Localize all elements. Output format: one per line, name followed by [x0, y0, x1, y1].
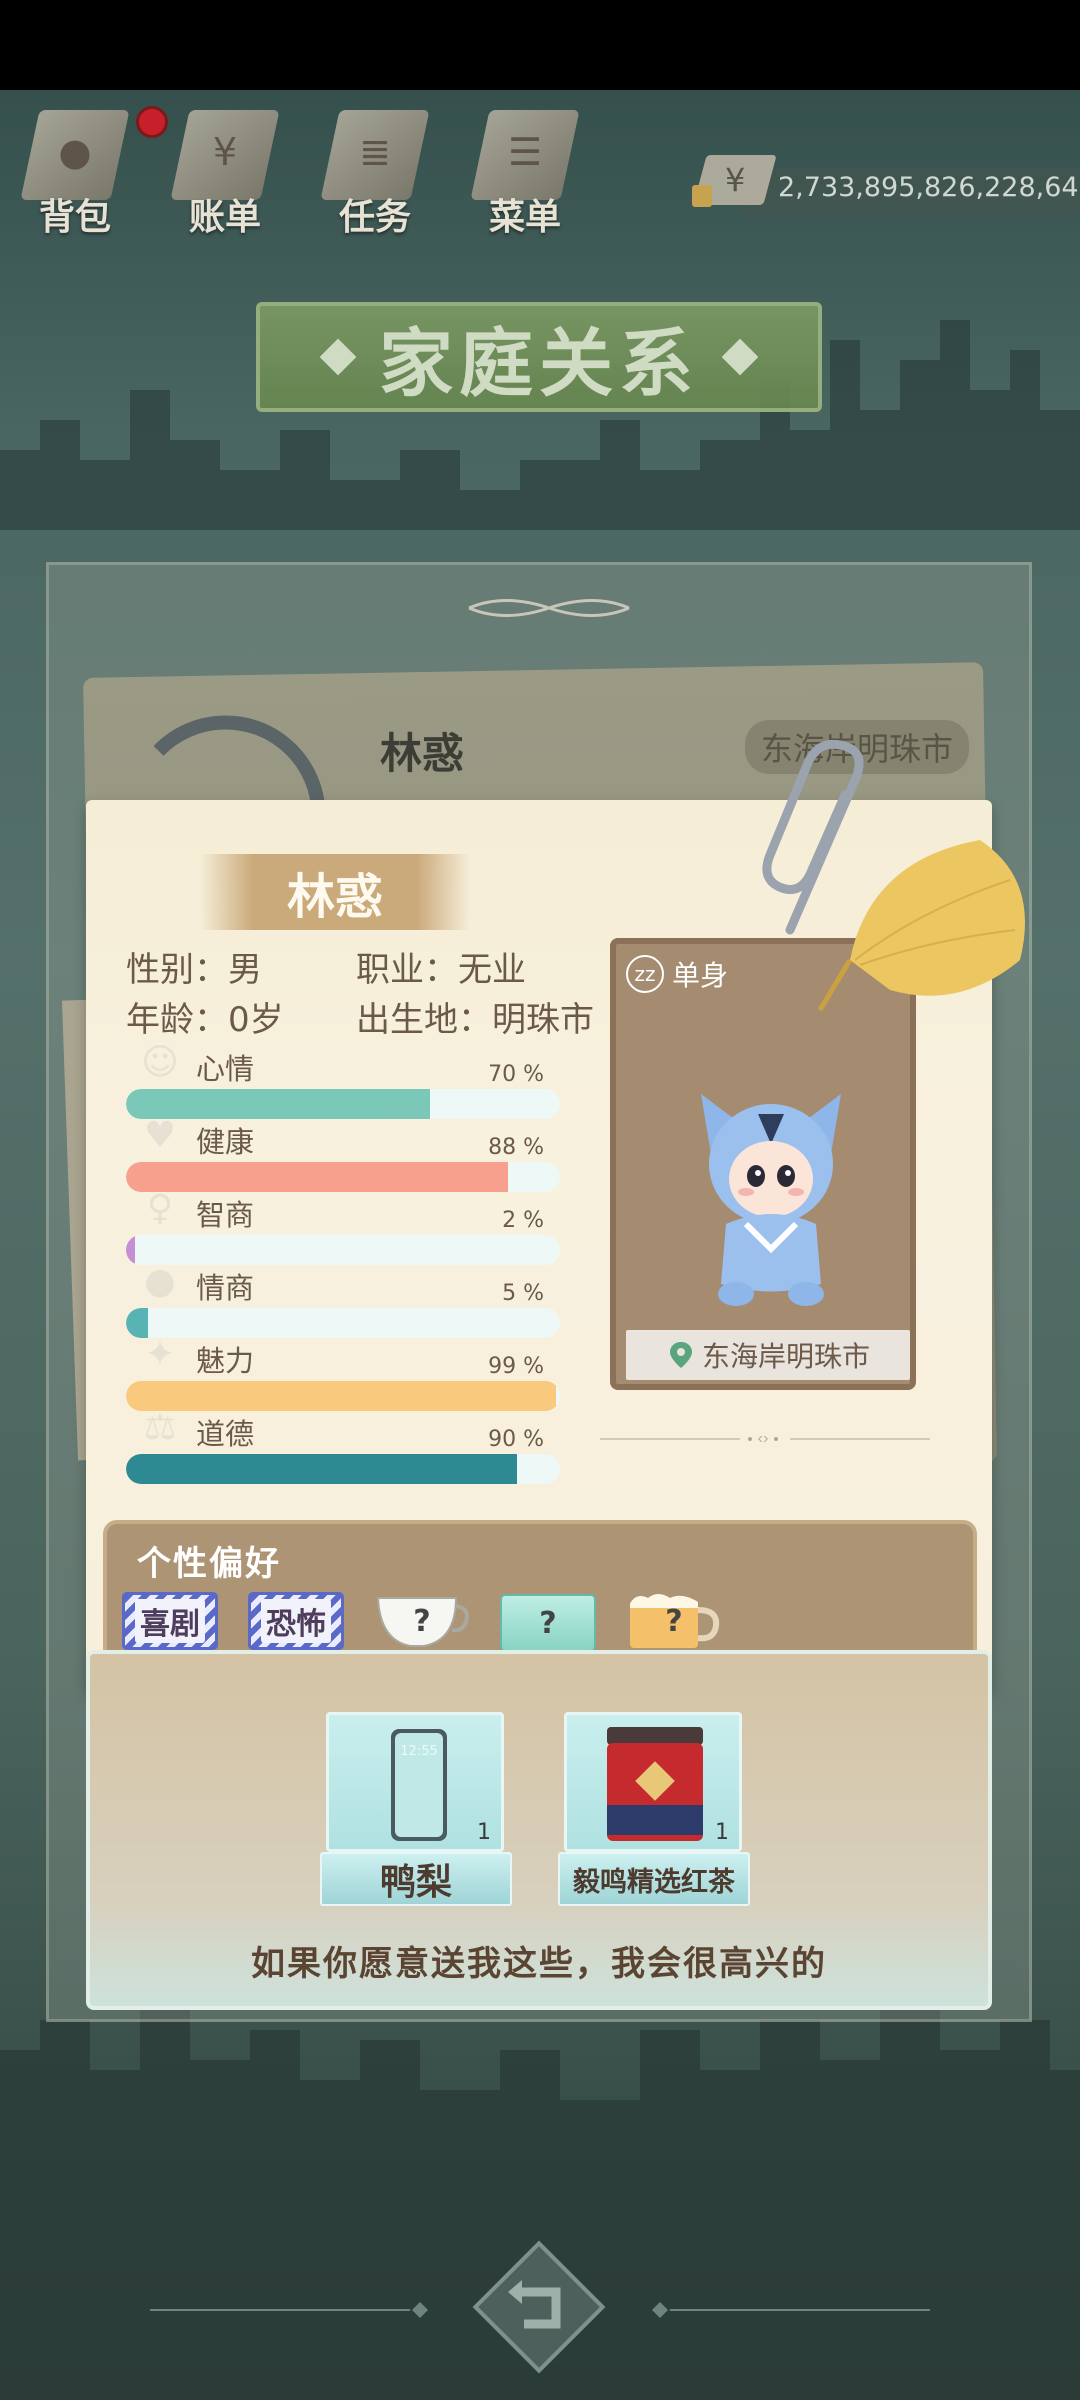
status-bar [0, 0, 1080, 90]
stat-label: 情商 [196, 1271, 255, 1305]
backpack-button[interactable]: ● 背包 [10, 100, 140, 250]
preference-chip-comedy[interactable]: 喜剧 [122, 1592, 218, 1650]
stat-bar [126, 1381, 560, 1411]
stat-label: 智商 [196, 1198, 255, 1232]
bill-button[interactable]: ¥ 账单 [160, 100, 290, 250]
task-button[interactable]: ≣ 任务 [310, 100, 440, 250]
preference-chip-unknown-beer[interactable]: ? [626, 1590, 722, 1652]
stat-bar [126, 1235, 560, 1265]
gift-item-tea[interactable]: 1 [564, 1712, 742, 1852]
diamond-icon [721, 338, 759, 376]
relationship-status: zz 单身 [626, 954, 728, 994]
page-title: 家庭关系 [379, 320, 699, 407]
stat-value: 70 % [488, 1062, 544, 1087]
back-button[interactable] [464, 2232, 614, 2382]
sparkle-icon: ✦ [144, 1333, 176, 1375]
decoration-line [652, 2302, 930, 2318]
bill-icon: ¥ [212, 130, 238, 174]
menu-icon: ☰ [507, 130, 543, 174]
stat-label: 心情 [196, 1052, 255, 1086]
book-icon: ? [539, 1605, 557, 1641]
stat-bar [126, 1089, 560, 1119]
task-icon: ≣ [359, 130, 391, 174]
coin-icon [692, 185, 712, 207]
menu-button[interactable]: ☰ 菜单 [460, 100, 590, 250]
stat-label: 道德 [196, 1417, 255, 1451]
stat-value: 90 % [488, 1427, 544, 1452]
gift-message: 如果你愿意送我这些，我会很高兴的 [251, 1944, 827, 1984]
job-info: 职业：无业 [356, 950, 526, 990]
preference-chip-horror[interactable]: 恐怖 [248, 1592, 344, 1650]
back-card-name: 林惑 [380, 729, 465, 778]
decoration-line [150, 2302, 428, 2318]
gift-item-phone[interactable]: 12:55 1 [326, 1712, 504, 1852]
gift-name-1: 鸭梨 [320, 1852, 512, 1906]
preference-chip-unknown-book[interactable]: ? [500, 1594, 596, 1652]
stat-value: 2 % [502, 1208, 544, 1233]
smile-icon: ☺ [141, 1041, 179, 1083]
stat-fill [126, 1162, 508, 1192]
profile-name: 林惑 [286, 869, 383, 925]
stat-label: 健康 [196, 1125, 255, 1159]
location-pin-icon [669, 1342, 692, 1368]
portrait-location: 东海岸明珠市 [626, 1330, 910, 1380]
backpack-icon: ● [58, 130, 92, 174]
name-banner: 林惑 [200, 854, 470, 930]
stat-bar [126, 1454, 560, 1484]
apple-icon: ● [144, 1260, 176, 1302]
age-info: 年龄：0岁 [126, 1000, 284, 1040]
gender-info: 性别：男 [126, 950, 262, 990]
ornament-icon [468, 599, 630, 617]
stat-value: 99 % [488, 1354, 544, 1379]
money-value: 2,733,895,826,228,642 [778, 172, 1080, 203]
stat-value: 88 % [488, 1135, 544, 1160]
paperclip-icon [762, 740, 864, 935]
stat-bar [126, 1162, 560, 1192]
svg-text:12:55: 12:55 [400, 1744, 437, 1759]
preferences-title: 个性偏好 [137, 1544, 281, 1584]
scale-icon: ⚖ [143, 1406, 177, 1448]
diamond-icon [319, 338, 357, 376]
preference-chip-unknown-tea[interactable]: ? [374, 1590, 470, 1652]
page-title-banner: 家庭关系 [256, 302, 822, 412]
gift-name-2: 毅鸣精选红茶 [558, 1852, 750, 1906]
stat-fill [126, 1381, 556, 1411]
sleep-zzz-icon: zz [626, 955, 664, 993]
lightbulb-icon: ♀ [146, 1187, 174, 1229]
stat-label: 魅力 [196, 1344, 255, 1378]
baby-character-icon [701, 1094, 841, 1306]
birthplace-info: 出生地：明珠市 [356, 1000, 594, 1040]
divider [600, 1436, 930, 1442]
stat-value: 5 % [502, 1281, 544, 1306]
stat-fill [126, 1454, 517, 1484]
stat-bar [126, 1308, 560, 1338]
heart-icon: ♥ [143, 1114, 177, 1156]
